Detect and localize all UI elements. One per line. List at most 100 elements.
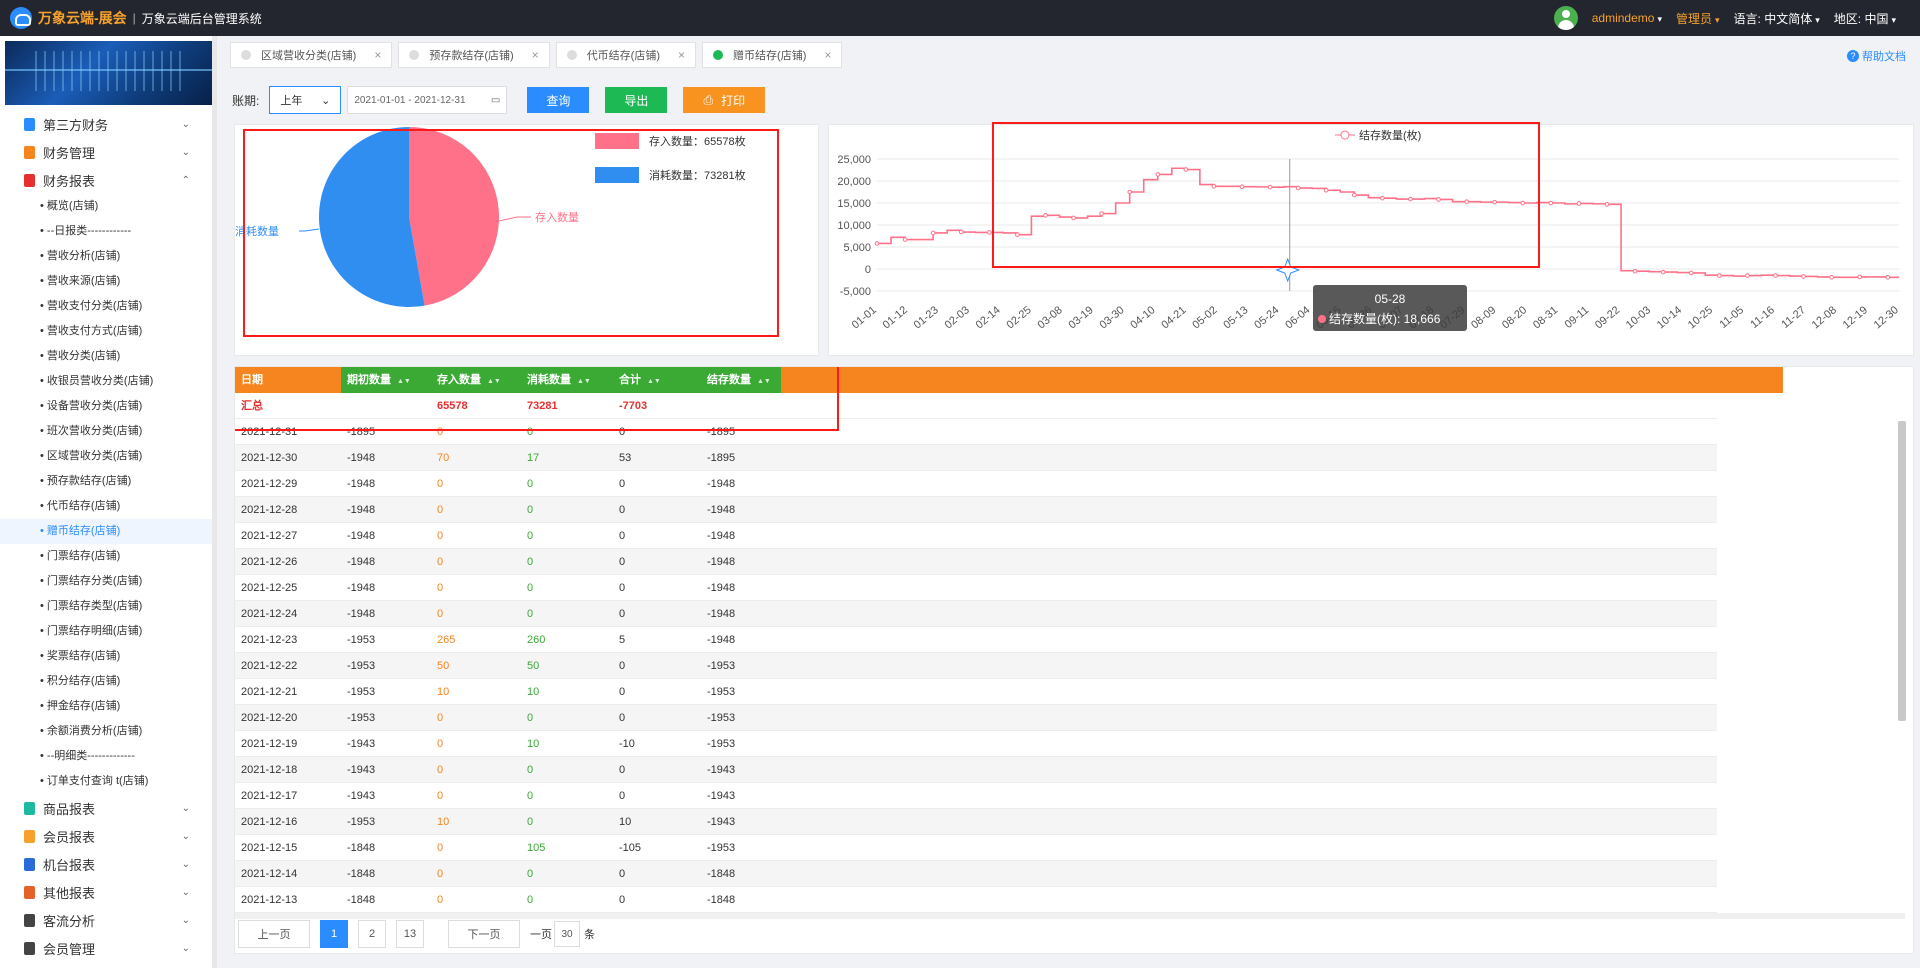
table-row[interactable]: 2021-12-24 -1948 0 0 0 -1948 xyxy=(235,601,1717,627)
data-point[interactable] xyxy=(874,241,880,246)
date-range-input[interactable]: 2021-01-01 - 2021-12-31 ▭ xyxy=(347,86,508,114)
prev-page-button[interactable]: 上一页 xyxy=(238,920,310,948)
page-number-button[interactable]: 1 xyxy=(320,920,348,948)
print-button[interactable]: ⎙ 打印 xyxy=(683,87,766,113)
sort-icon[interactable]: ▲▼ xyxy=(577,378,591,385)
data-point[interactable] xyxy=(1267,184,1273,190)
sidebar-item[interactable]: • 门票结存分类(店铺) xyxy=(0,569,216,594)
table-row[interactable]: 2021-12-15 -1848 0 105 -105 -1953 xyxy=(235,835,1717,861)
data-point[interactable] xyxy=(1492,199,1497,205)
table-row[interactable]: 2021-12-31 -1895 0 0 0 -1895 xyxy=(235,419,1717,445)
data-point[interactable] xyxy=(1520,200,1526,206)
data-point[interactable] xyxy=(1295,185,1301,191)
data-point[interactable] xyxy=(1660,269,1666,275)
data-point[interactable] xyxy=(1436,197,1441,202)
next-page-button[interactable]: 下一页 xyxy=(448,920,520,948)
data-point[interactable] xyxy=(1183,167,1189,172)
table-row[interactable]: 2021-12-22 -1953 50 50 0 -1953 xyxy=(235,653,1717,679)
sort-icon[interactable]: ▲▼ xyxy=(757,378,771,385)
data-point[interactable] xyxy=(987,230,992,235)
role-menu[interactable]: 管理员 ▾ xyxy=(1676,10,1720,27)
table-vertical-scrollbar[interactable] xyxy=(1898,421,1906,721)
data-point[interactable] xyxy=(1099,211,1104,216)
table-row[interactable]: 2021-12-18 -1943 0 0 0 -1943 xyxy=(235,757,1717,783)
sidebar-item[interactable]: • 营收分析(店铺) xyxy=(0,244,216,269)
sidebar-item[interactable]: • 班次营收分类(店铺) xyxy=(0,419,216,444)
sidebar-item[interactable]: • 订单支付查询 t(店铺) xyxy=(0,769,216,794)
close-icon[interactable]: × xyxy=(374,48,381,62)
table-row[interactable]: 2021-12-17 -1943 0 0 0 -1943 xyxy=(235,783,1717,809)
sidebar-item[interactable]: • 概览(店铺) xyxy=(0,194,216,219)
table-row[interactable]: 2021-12-20 -1953 0 0 0 -1953 xyxy=(235,705,1717,731)
page-number-button[interactable]: 13 xyxy=(396,920,424,948)
sidebar-group[interactable]: 会员报表 ⌄ xyxy=(0,822,216,850)
series-line[interactable] xyxy=(877,167,1899,279)
sidebar-item[interactable]: • 收银员营收分类(店铺) xyxy=(0,369,216,394)
data-point[interactable] xyxy=(1801,274,1806,279)
sort-icon[interactable]: ▲▼ xyxy=(647,378,661,385)
sidebar-group[interactable]: 其他报表 ⌄ xyxy=(0,878,216,906)
data-point[interactable] xyxy=(1688,270,1694,276)
data-point[interactable] xyxy=(1745,273,1750,278)
table-row[interactable]: 汇总 65578 73281 -7703 xyxy=(235,393,1717,419)
sidebar-item[interactable]: • --日报类------------ xyxy=(0,219,216,244)
sidebar-item[interactable]: • 门票结存明细(店铺) xyxy=(0,619,216,644)
region-selector[interactable]: 地区: 中国 ▾ xyxy=(1834,10,1896,27)
sidebar-item[interactable]: • 奖票结存(店铺) xyxy=(0,644,216,669)
data-point[interactable] xyxy=(1155,172,1161,177)
sidebar-item[interactable]: • 预存款结存(店铺) xyxy=(0,469,216,494)
tab[interactable]: 区域营收分类(店铺) × xyxy=(230,42,393,68)
column-header[interactable]: 结存数量 ▲▼ xyxy=(701,367,781,393)
data-point[interactable] xyxy=(1717,273,1722,278)
data-point[interactable] xyxy=(1352,192,1357,198)
language-selector[interactable]: 语言: 中文简体 ▾ xyxy=(1734,10,1820,27)
tab[interactable]: 代币结存(店铺) × xyxy=(555,42,697,68)
tab[interactable]: 预存款结存(店铺) × xyxy=(398,42,550,68)
sidebar-item[interactable]: • 余额消费分析(店铺) xyxy=(0,719,216,744)
sidebar-item[interactable]: • 营收来源(店铺) xyxy=(0,269,216,294)
close-icon[interactable]: × xyxy=(532,48,539,62)
pie-slice-out[interactable] xyxy=(318,127,425,307)
data-point[interactable] xyxy=(1885,275,1891,280)
sidebar-item[interactable]: • --明细类------------- xyxy=(0,744,216,769)
data-point[interactable] xyxy=(1632,268,1638,274)
sidebar-group[interactable]: 会员管理 ⌄ xyxy=(0,934,216,962)
table-row[interactable]: 2021-12-23 -1953 265 260 5 -1948 xyxy=(235,627,1717,653)
column-header[interactable]: 日期 xyxy=(235,367,341,393)
sidebar-group[interactable]: 商品报表 ⌄ xyxy=(0,794,216,822)
data-point[interactable] xyxy=(1211,183,1217,189)
sidebar-item[interactable]: • 设备营收分类(店铺) xyxy=(0,394,216,419)
data-point[interactable] xyxy=(1576,201,1582,206)
table-row[interactable]: 2021-12-25 -1948 0 0 0 -1948 xyxy=(235,575,1717,601)
user-menu[interactable]: admindemo ▾ xyxy=(1592,11,1662,25)
data-point[interactable] xyxy=(902,237,908,242)
help-link[interactable]: ? 帮助文档 xyxy=(1847,48,1906,64)
table-row[interactable]: 2021-12-16 -1953 10 0 10 -1943 xyxy=(235,809,1717,835)
sidebar-group[interactable]: 财务报表 ⌃ xyxy=(0,166,216,194)
data-point[interactable] xyxy=(1548,200,1554,206)
query-button[interactable]: 查询 xyxy=(527,87,590,113)
table-row[interactable]: 2021-12-30 -1948 70 17 53 -1895 xyxy=(235,445,1717,471)
close-icon[interactable]: × xyxy=(824,48,831,62)
pie-slice-in[interactable] xyxy=(409,127,499,306)
data-point[interactable] xyxy=(1239,184,1245,190)
sidebar-item[interactable]: • 门票结存类型(店铺) xyxy=(0,594,216,619)
table-horizontal-scrollbar[interactable] xyxy=(235,913,1905,919)
user-avatar[interactable] xyxy=(1553,6,1578,30)
sidebar-group[interactable]: 第三方财务 ⌄ xyxy=(0,110,216,138)
table-row[interactable]: 2021-12-26 -1948 0 0 0 -1948 xyxy=(235,549,1717,575)
per-page-input[interactable]: 30 xyxy=(554,921,580,947)
sidebar-group[interactable]: 机台报表 ⌄ xyxy=(0,850,216,878)
sidebar-group[interactable]: 财务管理 ⌄ xyxy=(0,138,216,166)
export-button[interactable]: 导出 xyxy=(605,87,668,113)
sidebar-item[interactable]: • 积分结存(店铺) xyxy=(0,669,216,694)
data-point[interactable] xyxy=(1127,189,1132,195)
data-point[interactable] xyxy=(1015,232,1020,237)
table-row[interactable]: 2021-12-21 -1953 10 10 0 -1953 xyxy=(235,679,1717,705)
data-point[interactable] xyxy=(1773,273,1778,278)
data-point[interactable] xyxy=(930,230,936,236)
sidebar-group[interactable]: 客流分析 ⌄ xyxy=(0,906,216,934)
sort-icon[interactable]: ▲▼ xyxy=(397,378,411,385)
data-point[interactable] xyxy=(1464,199,1469,204)
tab[interactable]: 赠币结存(店铺) × xyxy=(702,42,843,68)
